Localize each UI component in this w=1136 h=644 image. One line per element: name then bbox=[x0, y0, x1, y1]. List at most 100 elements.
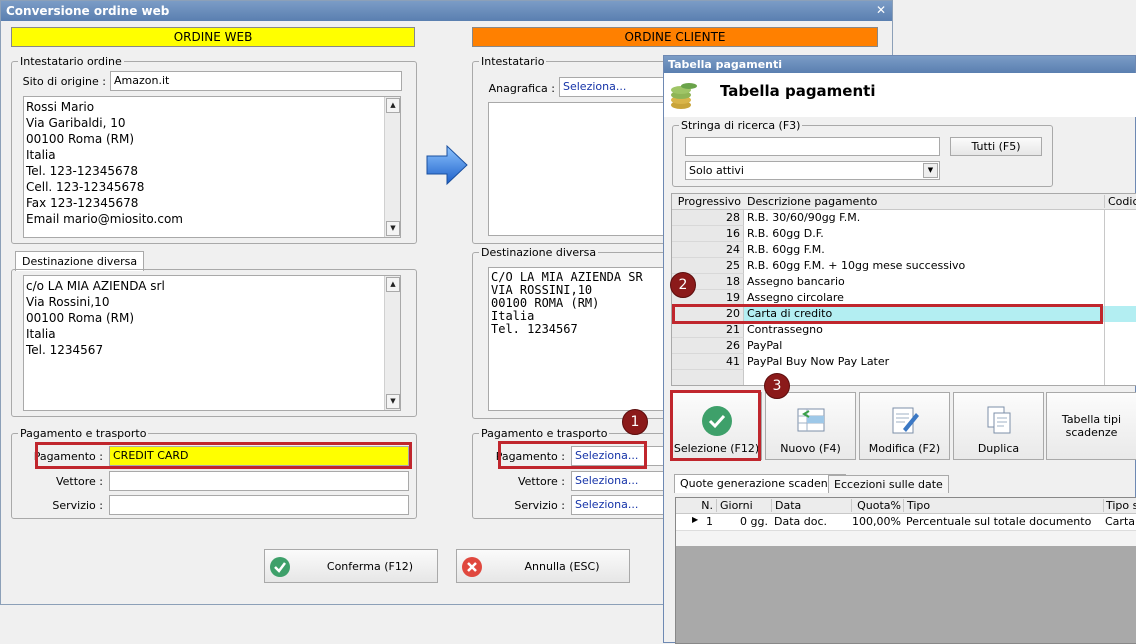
callout-frame-seleziona bbox=[670, 390, 761, 461]
address-line: Email mario@miosito.com bbox=[26, 212, 183, 226]
cancel-icon bbox=[462, 557, 482, 577]
table-row[interactable]: 28 R.B. 30/60/90gg F.M. bbox=[672, 210, 1136, 226]
tab-quote-generazione[interactable]: Quote generazione scadenze bbox=[674, 474, 847, 493]
sito-origine-field[interactable]: Amazon.it bbox=[110, 71, 402, 91]
dialog-header: Tabella pagamenti bbox=[664, 73, 1136, 117]
address-line: Italia bbox=[26, 327, 56, 341]
pagamento-group-title: Pagamento e trasporto bbox=[18, 427, 149, 440]
grid-body: 28 R.B. 30/60/90gg F.M. 16 R.B. 60gg D.F. 24… bbox=[672, 210, 1136, 385]
cliente-destinazione-title: Destinazione diversa bbox=[479, 246, 599, 259]
table-row[interactable]: 16 R.B. 60gg D.F. bbox=[672, 226, 1136, 242]
cliente-vettore-field[interactable]: Seleziona... bbox=[571, 471, 669, 491]
cell-data: Data doc. bbox=[774, 515, 828, 528]
vertical-scrollbar[interactable]: ▲ ▼ bbox=[384, 276, 400, 410]
cell-progressivo: 21 bbox=[672, 322, 744, 338]
search-group-title: Stringa di ricerca (F3) bbox=[679, 119, 803, 132]
schedule-grid: N. Giorni Data Quota% Tipo Tipo so ▶ 1 0… bbox=[675, 497, 1136, 644]
tabella-pagamenti-dialog: Tabella pagamenti Tabella pagamenti Stri… bbox=[663, 55, 1136, 644]
annulla-label: Annulla (ESC) bbox=[524, 560, 600, 573]
servizio-field[interactable] bbox=[109, 495, 409, 515]
anagrafica-field[interactable]: Seleziona... bbox=[559, 77, 669, 97]
window-titlebar: Conversione ordine web ✕ bbox=[1, 1, 892, 21]
vettore-label: Vettore : bbox=[55, 475, 103, 488]
col-n[interactable]: N. bbox=[676, 499, 716, 512]
col-quota[interactable]: Quota% bbox=[851, 499, 903, 512]
cell-progressivo: 28 bbox=[672, 210, 744, 226]
close-icon[interactable]: ✕ bbox=[876, 3, 886, 17]
scroll-down-icon[interactable]: ▼ bbox=[386, 221, 400, 236]
intestatario-group-title: Intestatario ordine bbox=[18, 55, 124, 68]
table-row[interactable]: ▶ 1 0 gg. Data doc. 100,00% Percentuale … bbox=[676, 514, 1136, 530]
table-row[interactable]: 26 PayPal bbox=[672, 338, 1136, 354]
cell-descrizione: PayPal bbox=[747, 339, 783, 352]
duplica-button[interactable]: Duplica bbox=[953, 392, 1044, 460]
cell-progressivo: 24 bbox=[672, 242, 744, 258]
vertical-scrollbar[interactable]: ▲ ▼ bbox=[384, 97, 400, 237]
cliente-servizio-label: Servizio : bbox=[514, 499, 565, 512]
address-line: Italia bbox=[26, 148, 56, 162]
chevron-down-icon[interactable]: ▼ bbox=[923, 163, 938, 178]
annulla-button[interactable]: Annulla (ESC) bbox=[456, 549, 630, 583]
tab-destinazione-diversa[interactable]: Destinazione diversa bbox=[15, 251, 145, 271]
cell-descrizione: Assegno bancario bbox=[747, 275, 845, 288]
cell-n: 1 bbox=[706, 515, 713, 528]
tabella-tipi-label: Tabella tipi scadenze bbox=[1061, 413, 1122, 439]
vettore-field[interactable] bbox=[109, 471, 409, 491]
address-line: Fax 123-12345678 bbox=[26, 196, 139, 210]
modifica-button[interactable]: Modifica (F2) bbox=[859, 392, 950, 460]
col-codice[interactable]: Codice bbox=[1104, 195, 1136, 208]
new-row[interactable] bbox=[676, 530, 1136, 546]
banner-ordine-web: ORDINE WEB bbox=[11, 27, 415, 47]
address-line: Via Garibaldi, 10 bbox=[26, 116, 126, 130]
servizio-label: Servizio : bbox=[52, 499, 103, 512]
window-title: Conversione ordine web bbox=[6, 4, 170, 18]
address-line: 00100 Roma (RM) bbox=[26, 132, 135, 146]
cell-descrizione: Contrassegno bbox=[747, 323, 823, 336]
cell-tipo: Percentuale sul totale documento bbox=[906, 515, 1092, 528]
table-row[interactable]: 24 R.B. 60gg F.M. bbox=[672, 242, 1136, 258]
codice-column-separator bbox=[1104, 210, 1136, 385]
grid-header: Progressivo Descrizione pagamento Codice bbox=[672, 194, 1136, 210]
table-row[interactable]: 18 Assegno bancario bbox=[672, 274, 1136, 290]
modifica-label: Modifica (F2) bbox=[868, 442, 941, 455]
intestatario-address-textarea[interactable]: Rossi Mario Via Garibaldi, 10 00100 Roma… bbox=[23, 96, 401, 238]
cell-descrizione: R.B. 60gg F.M. bbox=[747, 243, 825, 256]
col-data[interactable]: Data bbox=[771, 499, 851, 512]
cliente-servizio-field[interactable]: Seleziona... bbox=[571, 495, 669, 515]
anagrafica-label: Anagrafica : bbox=[488, 82, 555, 95]
cliente-destinazione-textarea[interactable]: C/O LA MIA AZIENDA SR VIA ROSSINI,10 001… bbox=[488, 267, 670, 411]
callout-badge-3: 3 bbox=[764, 373, 790, 399]
table-row[interactable]: 21 Contrassegno bbox=[672, 322, 1136, 338]
address-line: Rossi Mario bbox=[26, 100, 95, 114]
tab-eccezioni-date[interactable]: Eccezioni sulle date bbox=[828, 475, 949, 493]
tabella-tipi-button[interactable]: Tabella tipi scadenze bbox=[1046, 392, 1136, 460]
destinazione-address-textarea[interactable]: c/o LA MIA AZIENDA srl Via Rossini,10 00… bbox=[23, 275, 401, 411]
scroll-up-icon[interactable]: ▲ bbox=[386, 277, 400, 292]
nuovo-button[interactable]: Nuovo (F4) bbox=[765, 392, 856, 460]
duplicate-icon bbox=[987, 406, 1010, 434]
arrow-right-icon bbox=[426, 144, 468, 186]
address-line: c/o LA MIA AZIENDA srl bbox=[26, 279, 165, 293]
search-input[interactable] bbox=[685, 137, 940, 156]
col-progressivo[interactable]: Progressivo bbox=[672, 195, 744, 208]
tutti-button[interactable]: Tutti (F5) bbox=[950, 137, 1042, 156]
dialog-header-title: Tabella pagamenti bbox=[720, 82, 876, 100]
coins-stack-icon bbox=[671, 83, 697, 109]
scroll-down-icon[interactable]: ▼ bbox=[386, 394, 400, 409]
scroll-up-icon[interactable]: ▲ bbox=[386, 98, 400, 113]
col-giorni[interactable]: Giorni bbox=[716, 499, 771, 512]
table-row[interactable]: 41 PayPal Buy Now Pay Later bbox=[672, 354, 1136, 370]
conferma-button[interactable]: Conferma (F12) bbox=[264, 549, 438, 583]
cell-quota: 100,00% bbox=[852, 515, 901, 528]
table-row[interactable]: 25 R.B. 60gg F.M. + 10gg mese successivo bbox=[672, 258, 1136, 274]
cell-giorni: 0 gg. bbox=[740, 515, 768, 528]
cell-descrizione: PayPal Buy Now Pay Later bbox=[747, 355, 890, 368]
cliente-intestatario-textarea[interactable] bbox=[488, 102, 670, 236]
callout-frame-pagamento-cliente bbox=[498, 441, 647, 469]
address-line: Tel. 123-12345678 bbox=[26, 164, 138, 178]
filter-select[interactable]: Solo attivi ▼ bbox=[685, 161, 940, 180]
col-descrizione[interactable]: Descrizione pagamento bbox=[747, 195, 877, 208]
col-tipo[interactable]: Tipo bbox=[903, 499, 1103, 512]
duplica-label: Duplica bbox=[977, 442, 1020, 455]
col-tipo-so[interactable]: Tipo so bbox=[1103, 499, 1136, 512]
